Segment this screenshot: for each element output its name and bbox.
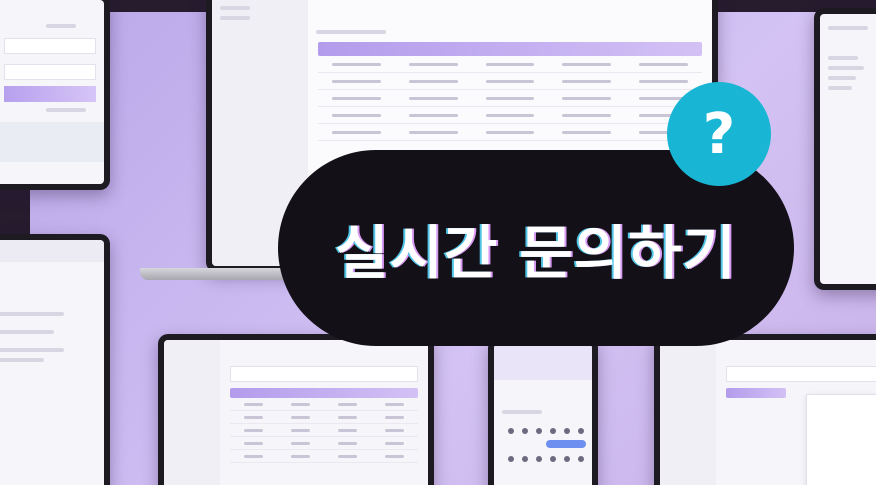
br-modal xyxy=(806,394,876,485)
bc-table-header xyxy=(230,388,418,398)
phone-calendar-screen xyxy=(494,344,592,485)
bc-main xyxy=(220,340,428,485)
table-row xyxy=(318,90,702,107)
br-sidebar xyxy=(660,340,716,485)
tablet-line xyxy=(828,56,858,60)
bc-sidebar xyxy=(164,340,220,485)
tablet-mockup-bottom-center xyxy=(158,334,434,485)
badge-symbol: ? xyxy=(702,101,736,167)
phone-input xyxy=(4,64,96,80)
tablet-line xyxy=(0,330,54,334)
table-header xyxy=(318,42,702,56)
tablet-mockup-top-right xyxy=(814,8,876,290)
phone-link-line xyxy=(46,108,86,112)
bottom-right-screen xyxy=(660,340,876,485)
tablet-screen-left xyxy=(0,240,104,485)
calendar-selected-range xyxy=(546,440,586,448)
tablet-mockup-left xyxy=(0,234,110,485)
tablet-line xyxy=(828,86,852,90)
sidebar-line xyxy=(220,16,250,20)
phone-calendar-header xyxy=(494,344,592,380)
question-mark-icon: ? xyxy=(667,82,771,186)
br-table-header xyxy=(726,388,786,398)
table-row xyxy=(230,398,418,411)
tablet-line xyxy=(0,358,44,362)
phone-footer-block xyxy=(0,122,104,162)
table-title-line xyxy=(316,30,386,34)
tablet-line xyxy=(828,26,868,30)
tablet-mockup-bottom-right xyxy=(654,334,876,485)
table-row xyxy=(230,424,418,437)
tablet-screen xyxy=(820,14,876,284)
promo-banner: 실시간 문의하기 ? xyxy=(0,0,876,485)
table-row xyxy=(318,56,702,73)
table-row xyxy=(318,73,702,90)
phone-submit-bar xyxy=(4,86,96,102)
table-row xyxy=(318,107,702,124)
phone-screen xyxy=(0,0,104,184)
phone-line xyxy=(502,410,542,414)
tablet-toolbar xyxy=(0,240,104,262)
br-search xyxy=(726,366,876,382)
tablet-line xyxy=(828,76,856,80)
table-row xyxy=(230,411,418,424)
table-row xyxy=(230,450,418,463)
phone-mockup-top-left xyxy=(0,0,110,190)
tablet-line xyxy=(0,348,64,352)
tablet-line xyxy=(828,66,864,70)
bc-search xyxy=(230,366,418,382)
bottom-center-screen xyxy=(164,340,428,485)
calendar-grid xyxy=(500,424,586,484)
sidebar-line xyxy=(220,6,250,10)
table-row xyxy=(318,124,702,141)
phone-mockup-bottom xyxy=(488,338,598,485)
phone-input xyxy=(4,38,96,54)
live-inquiry-label: 실시간 문의하기 xyxy=(335,219,737,287)
table-row xyxy=(230,437,418,450)
tablet-line xyxy=(0,312,64,316)
phone-heading-line xyxy=(46,24,76,28)
br-main xyxy=(716,340,876,485)
